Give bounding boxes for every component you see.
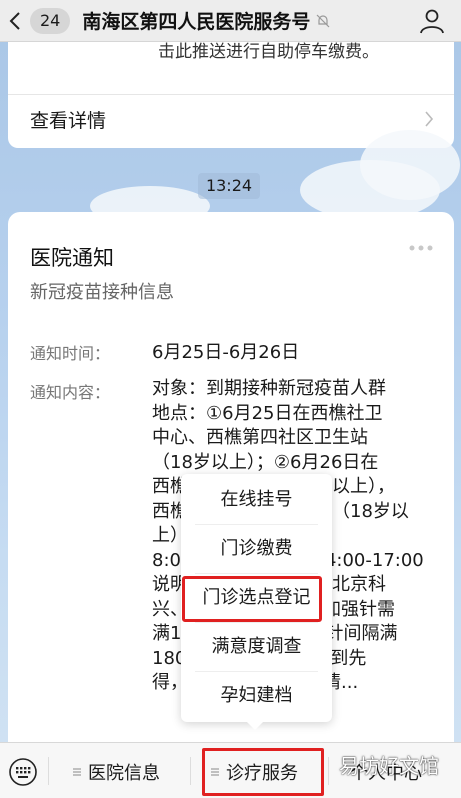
- content-line: 地点：①6月25日在西樵社卫: [152, 402, 383, 424]
- highlight-annotation: [182, 576, 322, 622]
- menu-item-satisfaction-survey[interactable]: 满意度调查: [181, 623, 332, 671]
- profile-icon[interactable]: [419, 8, 445, 34]
- more-icon[interactable]: [408, 244, 434, 252]
- bar-divider: [190, 757, 191, 785]
- menu-item-pregnancy-record[interactable]: 孕妇建档: [181, 672, 332, 720]
- bar-divider: [48, 757, 49, 785]
- bar-divider: [328, 757, 329, 785]
- notice-subtitle: 新冠疫苗接种信息: [30, 282, 174, 303]
- menu-item-online-registration[interactable]: 在线挂号: [181, 476, 332, 524]
- message-timestamp: 13:24: [198, 173, 260, 199]
- watermark: 易坊好文馆: [339, 754, 439, 778]
- menu-hospital-info[interactable]: 医院信息: [72, 759, 160, 785]
- message-text: 击此推送进行自助停车缴费。: [158, 42, 379, 62]
- keyboard-icon[interactable]: [8, 757, 38, 787]
- notice-content-label: 通知内容：: [30, 383, 111, 402]
- menu-hospital-info-label: 医院信息: [88, 763, 160, 784]
- cloud-decoration: [360, 130, 460, 200]
- notice-time-value: 6月25日-6月26日: [152, 342, 300, 363]
- content-line: （18岁以上）；②6月26日在: [152, 451, 379, 473]
- unread-badge: 24: [30, 7, 71, 34]
- notice-title: 医院通知: [30, 246, 114, 270]
- notice-time-label: 通知时间：: [30, 344, 111, 363]
- chevron-left-icon: [9, 11, 20, 30]
- highlight-annotation: [202, 748, 324, 796]
- content-line: 中心、西樵第四社区卫生站: [152, 427, 368, 448]
- menu-item-outpatient-payment[interactable]: 门诊缴费: [181, 525, 332, 573]
- menu-lines-icon: [73, 768, 81, 776]
- divider: [8, 94, 454, 95]
- content-line: 对象：到期接种新冠疫苗人群: [152, 378, 386, 399]
- mute-bell-icon: [316, 14, 330, 27]
- chevron-right-icon: [425, 111, 434, 127]
- chat-header: 24 南海区第四人民医院服务号: [0, 0, 461, 42]
- back-button[interactable]: 24: [8, 7, 71, 34]
- popup-pointer: [245, 720, 265, 730]
- parking-message-card: 击此推送进行自助停车缴费。 查看详情: [8, 42, 454, 148]
- page-title: 南海区第四人民医院服务号: [82, 11, 311, 33]
- view-details-link[interactable]: 查看详情: [30, 106, 106, 133]
